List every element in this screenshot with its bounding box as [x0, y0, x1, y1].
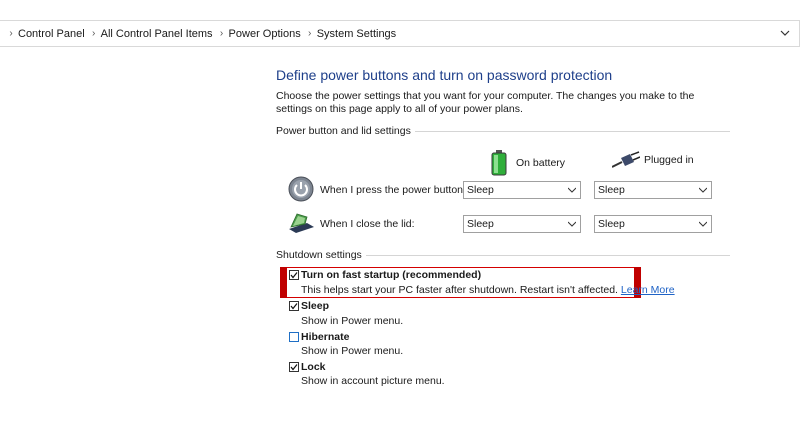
sleep-checkbox[interactable]: [289, 301, 299, 311]
lid-battery-select[interactable]: Sleep: [463, 215, 581, 233]
address-bar[interactable]: › Control Panel › All Control Panel Item…: [0, 20, 800, 47]
select-value: Sleep: [598, 218, 625, 230]
learn-more-link[interactable]: Learn More: [621, 284, 675, 296]
select-value: Sleep: [598, 184, 625, 196]
hibernate-title[interactable]: Hibernate: [301, 331, 349, 343]
chevron-down-icon: [568, 187, 576, 193]
chevron-right-icon[interactable]: ›: [303, 28, 317, 39]
breadcrumb-control-panel[interactable]: Control Panel: [18, 28, 85, 40]
page-description: Choose the power settings that you want …: [276, 90, 695, 115]
lid-plugged-select[interactable]: Sleep: [594, 215, 712, 233]
checkmark-icon: [290, 272, 298, 279]
hibernate-desc: Show in Power menu.: [301, 345, 404, 357]
highlight-bar-left: [280, 267, 287, 298]
chevron-right-icon: ›: [9, 28, 13, 39]
laptop-lid-icon: [287, 211, 315, 240]
breadcrumb-power-options[interactable]: Power Options: [229, 28, 301, 40]
column-header-plugged: Plugged in: [612, 150, 694, 170]
power-button-label: When I press the power button:: [320, 184, 466, 196]
breadcrumb-all-items[interactable]: All Control Panel Items: [101, 28, 213, 40]
lock-title[interactable]: Lock: [301, 361, 326, 373]
chevron-down-icon: [699, 221, 707, 227]
select-value: Sleep: [467, 184, 494, 196]
shutdown-group-label: Shutdown settings: [276, 249, 366, 261]
select-value: Sleep: [467, 218, 494, 230]
chevron-right-icon[interactable]: ›: [87, 28, 101, 39]
power-button-plugged-select[interactable]: Sleep: [594, 181, 712, 199]
fast-startup-checkbox[interactable]: [289, 270, 299, 280]
lock-checkbox[interactable]: [289, 362, 299, 372]
lock-desc: Show in account picture menu.: [301, 375, 445, 387]
fast-startup-title[interactable]: Turn on fast startup (recommended): [301, 269, 481, 281]
battery-icon: [491, 150, 507, 176]
fast-startup-desc: This helps start your PC faster after sh…: [301, 284, 675, 296]
column-label-plugged: Plugged in: [644, 154, 694, 166]
sleep-title[interactable]: Sleep: [301, 300, 329, 312]
breadcrumb: › Control Panel › All Control Panel Item…: [4, 21, 398, 46]
power-plug-icon: [612, 151, 640, 168]
power-button-battery-select[interactable]: Sleep: [463, 181, 581, 199]
column-label-battery: On battery: [516, 157, 566, 169]
chevron-down-icon: [699, 187, 707, 193]
lid-label: When I close the lid:: [320, 218, 415, 230]
sleep-desc: Show in Power menu.: [301, 315, 404, 327]
breadcrumb-system-settings[interactable]: System Settings: [317, 28, 396, 40]
column-header-battery: On battery: [488, 150, 565, 176]
chevron-down-icon: [780, 30, 790, 36]
power-button-icon: [288, 176, 314, 207]
checkmark-icon: [290, 364, 298, 371]
fast-startup-desc-text: This helps start your PC faster after sh…: [301, 284, 618, 296]
chevron-right-icon[interactable]: ›: [215, 28, 229, 39]
address-dropdown-button[interactable]: [778, 25, 792, 41]
hibernate-checkbox[interactable]: [289, 332, 299, 342]
checkmark-icon: [290, 303, 298, 310]
page-title: Define power buttons and turn on passwor…: [276, 67, 613, 83]
chevron-down-icon: [568, 221, 576, 227]
power-group-label: Power button and lid settings: [276, 125, 415, 137]
